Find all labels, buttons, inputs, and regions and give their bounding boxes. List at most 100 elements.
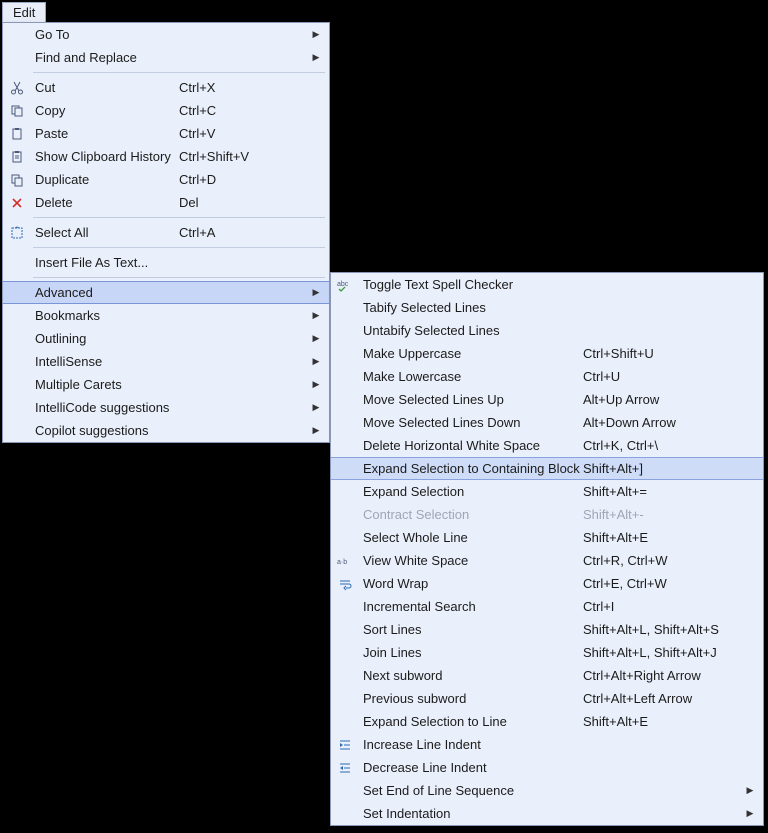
- menu-item-incremental-search[interactable]: Incremental SearchCtrl+I: [331, 595, 763, 618]
- label-find: Find and Replace: [31, 50, 179, 65]
- submenu-arrow-icon: ▶: [309, 379, 323, 390]
- label-outlining: Outlining: [31, 331, 179, 346]
- menu-item-view-whitespace[interactable]: a·b View White SpaceCtrl+R, Ctrl+W: [331, 549, 763, 572]
- shortcut-movedown: Alt+Down Arrow: [583, 415, 743, 430]
- menu-item-cut[interactable]: CutCtrl+X: [3, 76, 329, 99]
- menu-item-prev-subword[interactable]: Previous subwordCtrl+Alt+Left Arrow: [331, 687, 763, 710]
- select-all-icon: [3, 226, 31, 240]
- menu-item-delete-hws[interactable]: Delete Horizontal White SpaceCtrl+K, Ctr…: [331, 434, 763, 457]
- menu-item-untabify[interactable]: Untabify Selected Lines: [331, 319, 763, 342]
- label-eol: Set End of Line Sequence: [359, 783, 583, 798]
- menu-title-tab[interactable]: Edit: [2, 2, 46, 24]
- shortcut-cut: Ctrl+X: [179, 80, 309, 95]
- shortcut-sort: Shift+Alt+L, Shift+Alt+S: [583, 622, 743, 637]
- spell-check-icon: abc: [331, 278, 359, 292]
- submenu-arrow-icon: ▶: [309, 356, 323, 367]
- label-decindent: Decrease Line Indent: [359, 760, 583, 775]
- menu-item-find-replace[interactable]: Find and Replace ▶: [3, 46, 329, 69]
- label-paste: Paste: [31, 126, 179, 141]
- menu-item-expand-block[interactable]: Expand Selection to Containing BlockShif…: [331, 457, 763, 480]
- menu-item-clipboard-history[interactable]: Show Clipboard HistoryCtrl+Shift+V: [3, 145, 329, 168]
- label-intellicode: IntelliCode suggestions: [31, 400, 179, 415]
- submenu-arrow-icon: ▶: [309, 425, 323, 436]
- submenu-arrow-icon: ▶: [309, 52, 323, 63]
- cut-icon: [3, 81, 31, 95]
- label-upper: Make Uppercase: [359, 346, 583, 361]
- label-expsel: Expand Selection: [359, 484, 583, 499]
- menu-item-paste[interactable]: PasteCtrl+V: [3, 122, 329, 145]
- label-advanced: Advanced: [31, 285, 179, 300]
- menu-item-join-lines[interactable]: Join LinesShift+Alt+L, Shift+Alt+J: [331, 641, 763, 664]
- menu-item-intellicode[interactable]: IntelliCode suggestions▶: [3, 396, 329, 419]
- submenu-arrow-icon: ▶: [309, 310, 323, 321]
- menu-item-advanced[interactable]: Advanced ▶: [3, 281, 329, 304]
- menu-item-multiple-carets[interactable]: Multiple Carets▶: [3, 373, 329, 396]
- label-goto: Go To: [31, 27, 179, 42]
- label-copy: Copy: [31, 103, 179, 118]
- submenu-arrow-icon: ▶: [309, 287, 323, 298]
- label-selline: Select Whole Line: [359, 530, 583, 545]
- menu-item-outlining[interactable]: Outlining ▶: [3, 327, 329, 350]
- shortcut-incsearch: Ctrl+I: [583, 599, 743, 614]
- submenu-arrow-icon: ▶: [743, 785, 757, 796]
- menu-item-word-wrap[interactable]: Word WrapCtrl+E, Ctrl+W: [331, 572, 763, 595]
- svg-text:abc: abc: [337, 281, 349, 288]
- label-insfile: Insert File As Text...: [31, 255, 179, 270]
- increase-indent-icon: [331, 738, 359, 752]
- duplicate-icon: [3, 173, 31, 187]
- label-wrap: Word Wrap: [359, 576, 583, 591]
- menu-item-set-indentation[interactable]: Set Indentation▶: [331, 802, 763, 825]
- label-incsearch: Incremental Search: [359, 599, 583, 614]
- menu-item-move-up[interactable]: Move Selected Lines UpAlt+Up Arrow: [331, 388, 763, 411]
- menu-item-move-down[interactable]: Move Selected Lines DownAlt+Down Arrow: [331, 411, 763, 434]
- menu-item-eol-sequence[interactable]: Set End of Line Sequence ▶: [331, 779, 763, 802]
- menu-item-expand-selection[interactable]: Expand SelectionShift+Alt+=: [331, 480, 763, 503]
- submenu-arrow-icon: ▶: [309, 333, 323, 344]
- menu-item-bookmarks[interactable]: Bookmarks▶: [3, 304, 329, 327]
- label-intelli: IntelliSense: [31, 354, 179, 369]
- menu-item-decrease-indent[interactable]: Decrease Line Indent: [331, 756, 763, 779]
- shortcut-moveup: Alt+Up Arrow: [583, 392, 743, 407]
- shortcut-cliphist: Ctrl+Shift+V: [179, 149, 309, 164]
- shortcut-upper: Ctrl+Shift+U: [583, 346, 743, 361]
- menu-item-copilot[interactable]: Copilot suggestions ▶: [3, 419, 329, 442]
- menu-item-intellisense[interactable]: IntelliSense ▶: [3, 350, 329, 373]
- menu-item-lowercase[interactable]: Make LowercaseCtrl+U: [331, 365, 763, 388]
- menu-item-select-all[interactable]: Select AllCtrl+A: [3, 221, 329, 244]
- label-tabify: Tabify Selected Lines: [359, 300, 583, 315]
- menu-item-spell-checker[interactable]: abc Toggle Text Spell Checker: [331, 273, 763, 296]
- menu-item-duplicate[interactable]: DuplicateCtrl+D: [3, 168, 329, 191]
- menu-item-copy[interactable]: CopyCtrl+C: [3, 99, 329, 122]
- paste-icon: [3, 127, 31, 141]
- separator: [33, 247, 325, 248]
- shortcut-expsel: Shift+Alt+=: [583, 484, 743, 499]
- shortcut-wrap: Ctrl+E, Ctrl+W: [583, 576, 743, 591]
- shortcut-join: Shift+Alt+L, Shift+Alt+J: [583, 645, 743, 660]
- menu-item-contract-selection: Contract SelectionShift+Alt+-: [331, 503, 763, 526]
- menu-item-tabify[interactable]: Tabify Selected Lines: [331, 296, 763, 319]
- label-spell: Toggle Text Spell Checker: [359, 277, 583, 292]
- menu-item-delete[interactable]: DeleteDel: [3, 191, 329, 214]
- shortcut-expblock: Shift+Alt+]: [583, 461, 743, 476]
- shortcut-lower: Ctrl+U: [583, 369, 743, 384]
- edit-menu: Go To▶ Find and Replace▶ CutCtrl+X CopyC…: [2, 22, 330, 443]
- menu-item-increase-indent[interactable]: Increase Line Indent: [331, 733, 763, 756]
- label-del: Delete: [31, 195, 179, 210]
- label-join: Join Lines: [359, 645, 583, 660]
- menu-item-next-subword[interactable]: Next subwordCtrl+Alt+Right Arrow: [331, 664, 763, 687]
- menu-item-sort-lines[interactable]: Sort LinesShift+Alt+L, Shift+Alt+S: [331, 618, 763, 641]
- decrease-indent-icon: [331, 761, 359, 775]
- label-delhw: Delete Horizontal White Space: [359, 438, 583, 453]
- label-copilot: Copilot suggestions: [31, 423, 179, 438]
- menu-item-insert-file[interactable]: Insert File As Text...: [3, 251, 329, 274]
- shortcut-viewws: Ctrl+R, Ctrl+W: [583, 553, 743, 568]
- label-lower: Make Lowercase: [359, 369, 583, 384]
- separator: [33, 217, 325, 218]
- menu-item-goto[interactable]: Go To▶: [3, 23, 329, 46]
- menu-item-select-line[interactable]: Select Whole LineShift+Alt+E: [331, 526, 763, 549]
- separator: [33, 277, 325, 278]
- menu-item-expand-line[interactable]: Expand Selection to LineShift+Alt+E: [331, 710, 763, 733]
- label-indent: Set Indentation: [359, 806, 583, 821]
- label-selall: Select All: [31, 225, 179, 240]
- menu-item-uppercase[interactable]: Make UppercaseCtrl+Shift+U: [331, 342, 763, 365]
